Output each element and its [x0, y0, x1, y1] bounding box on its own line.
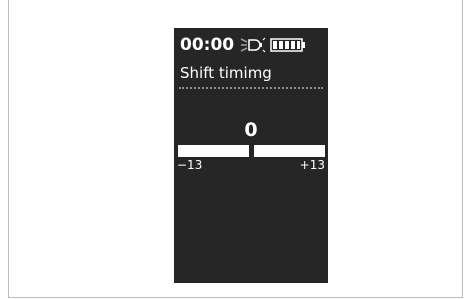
- clock: 00:00: [180, 35, 235, 55]
- battery-full-icon: [270, 38, 305, 52]
- screen-title: Shift timimg: [180, 64, 272, 82]
- bike-light-icon: [240, 37, 266, 53]
- status-bar: 00:00: [180, 35, 324, 55]
- shift-timing-value: 0: [244, 119, 258, 141]
- adjustment-bar-positive: [254, 145, 325, 157]
- scale-min-label: −13: [177, 158, 203, 172]
- device-display: 00:00 Shift timimg 0 −13 +13: [174, 28, 328, 283]
- title-divider: [179, 87, 323, 89]
- scale-max-label: +13: [299, 158, 325, 172]
- figure-frame: 00:00 Shift timimg 0 −13 +13: [8, 0, 463, 298]
- adjustment-bar-negative: [178, 145, 249, 157]
